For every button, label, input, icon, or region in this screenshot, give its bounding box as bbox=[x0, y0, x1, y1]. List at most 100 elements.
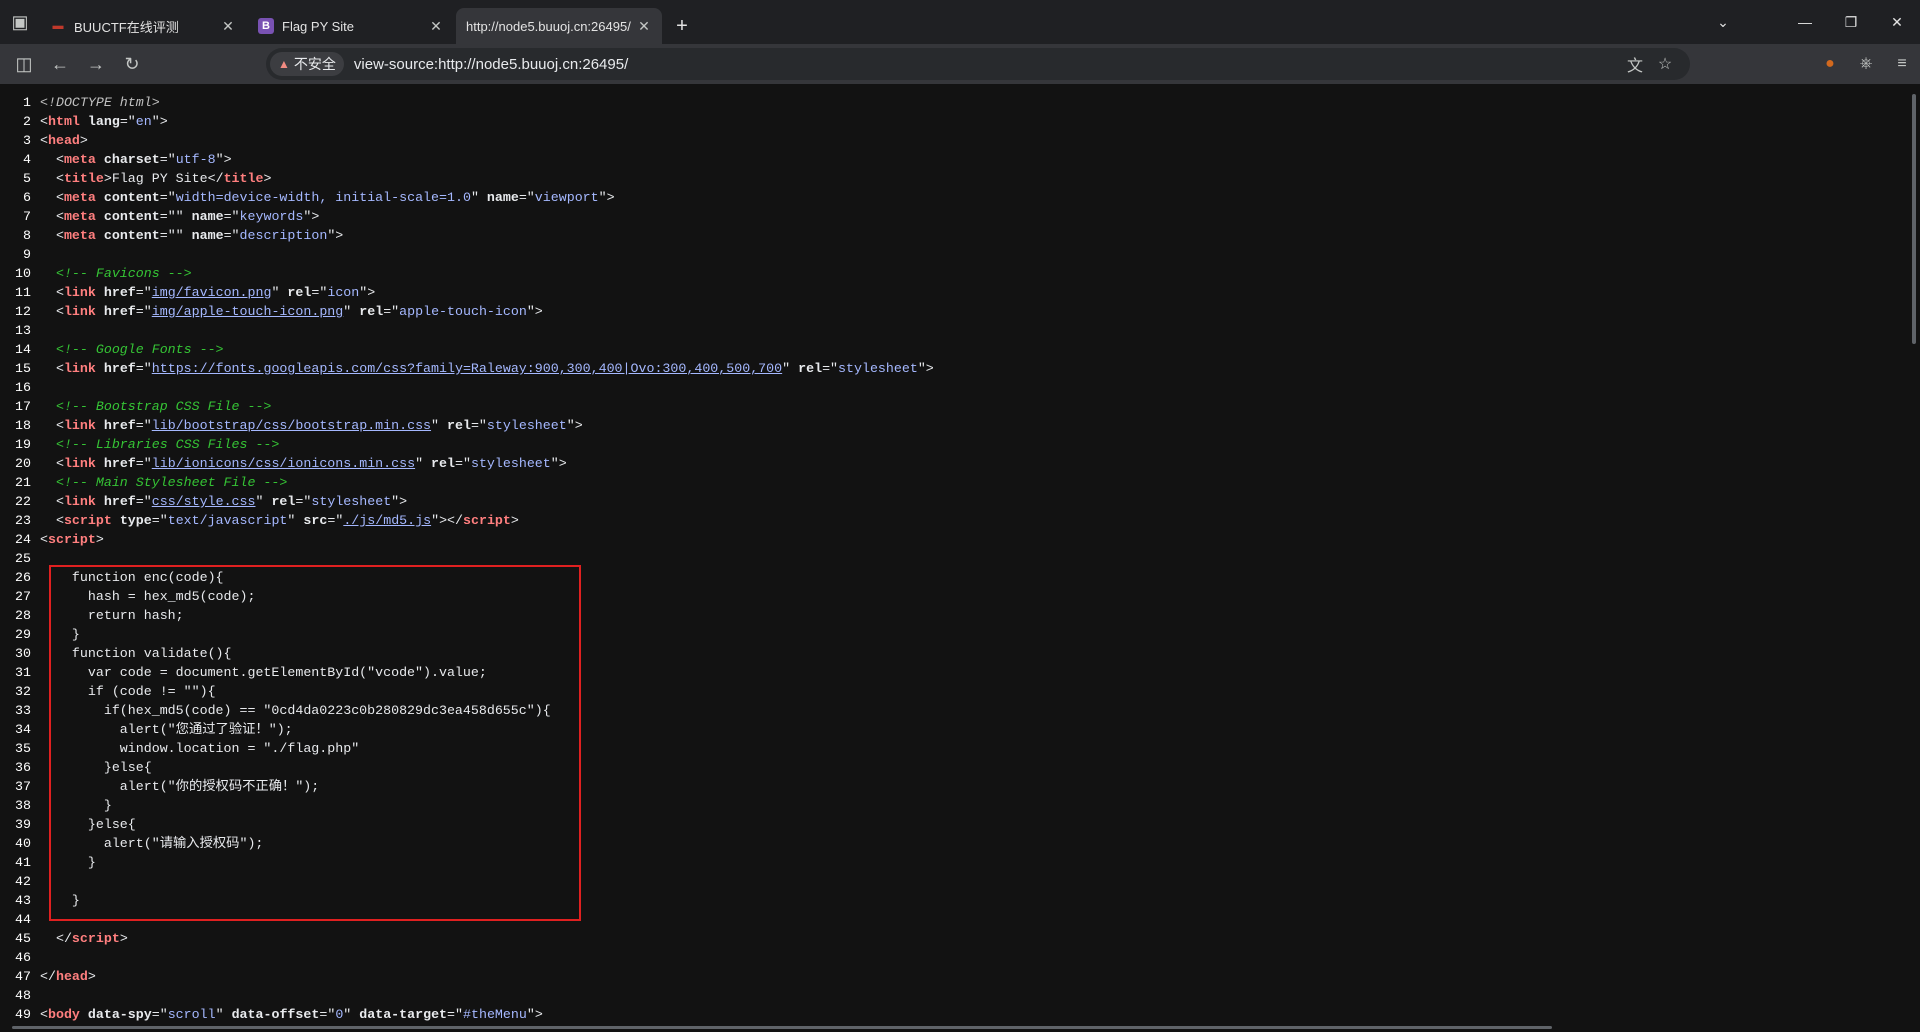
line-code: <link href="lib/ionicons/css/ionicons.mi… bbox=[40, 456, 567, 471]
source-line: 41 } bbox=[0, 853, 934, 872]
line-number: 11 bbox=[15, 285, 31, 300]
line-number: 17 bbox=[15, 399, 31, 414]
tab-view-source[interactable]: http://node5.buuoj.cn:26495/ ✕ bbox=[456, 8, 662, 44]
line-number: 20 bbox=[15, 456, 31, 471]
source-line: 9 bbox=[0, 245, 934, 264]
source-line: 47 </head> bbox=[0, 967, 934, 986]
source-line: 10 <!-- Favicons --> bbox=[0, 264, 934, 283]
forward-icon[interactable]: → bbox=[78, 48, 114, 80]
back-icon[interactable]: ← bbox=[42, 48, 78, 80]
line-number: 4 bbox=[23, 152, 31, 167]
tab-flag-py-site[interactable]: B Flag PY Site ✕ bbox=[248, 8, 454, 44]
line-number: 21 bbox=[15, 475, 31, 490]
line-code: function validate(){ bbox=[40, 646, 232, 661]
line-number: 1 bbox=[23, 95, 31, 110]
line-code: alert("请输入授权码"); bbox=[40, 836, 264, 851]
line-number: 24 bbox=[15, 532, 31, 547]
horizontal-scrollbar[interactable] bbox=[0, 1024, 1908, 1032]
line-code: <head> bbox=[40, 133, 88, 148]
source-line: 48 bbox=[0, 986, 934, 1005]
tab-label: BUUCTF在线评测 bbox=[74, 19, 179, 35]
line-number: 22 bbox=[15, 494, 31, 509]
source-line: 19 <!-- Libraries CSS Files --> bbox=[0, 435, 934, 454]
line-code: <script type="text/javascript" src="./js… bbox=[40, 513, 519, 528]
bookmark-star-icon[interactable]: ☆ bbox=[1650, 54, 1680, 74]
source-line: 38 } bbox=[0, 796, 934, 815]
url-text[interactable]: view-source:http://node5.buuoj.cn:26495/ bbox=[354, 56, 628, 73]
source-line: 17 <!-- Bootstrap CSS File --> bbox=[0, 397, 934, 416]
close-icon[interactable]: ✕ bbox=[220, 18, 236, 35]
line-code: <link href="lib/bootstrap/css/bootstrap.… bbox=[40, 418, 583, 433]
source-line: 21 <!-- Main Stylesheet File --> bbox=[0, 473, 934, 492]
source-line: 39 }else{ bbox=[0, 815, 934, 834]
source-line: 4 <meta charset="utf-8"> bbox=[0, 150, 934, 169]
not-secure-icon: ▲ bbox=[278, 57, 290, 71]
line-number: 27 bbox=[15, 589, 31, 604]
line-code: <!-- Main Stylesheet File --> bbox=[55, 475, 288, 490]
menu-icon[interactable]: ≡ bbox=[1884, 55, 1920, 73]
line-code: <!-- Libraries CSS Files --> bbox=[55, 437, 280, 452]
line-number: 9 bbox=[23, 247, 31, 262]
line-number: 15 bbox=[15, 361, 31, 376]
line-number: 33 bbox=[15, 703, 31, 718]
line-number: 5 bbox=[23, 171, 31, 186]
line-code: <html lang="en"> bbox=[40, 114, 168, 129]
restore-icon[interactable]: ❐ bbox=[1828, 0, 1874, 44]
address-bar[interactable]: ▲ 不安全 view-source:http://node5.buuoj.cn:… bbox=[266, 48, 1690, 80]
line-code: } bbox=[40, 627, 80, 642]
line-number: 42 bbox=[15, 874, 31, 889]
source-line: 15 <link href="https://fonts.googleapis.… bbox=[0, 359, 934, 378]
sidebar-icon[interactable]: ◫ bbox=[6, 48, 42, 80]
source-line: 33 if(hex_md5(code) == "0cd4da0223c0b280… bbox=[0, 701, 934, 720]
line-code: <meta content="" name="description"> bbox=[40, 228, 344, 243]
window-controls: — ❐ ✕ bbox=[1782, 0, 1920, 44]
source-line: 20 <link href="lib/ionicons/css/ionicons… bbox=[0, 454, 934, 473]
tab-buuctf[interactable]: ▬ BUUCTF在线评测 ✕ bbox=[40, 8, 246, 44]
line-number: 2 bbox=[23, 114, 31, 129]
translate-icon[interactable]: 文 bbox=[1620, 52, 1650, 76]
source-line: 3 <head> bbox=[0, 131, 934, 150]
source-line: 29 } bbox=[0, 625, 934, 644]
line-code: <!-- Favicons --> bbox=[55, 266, 192, 281]
line-number: 39 bbox=[15, 817, 31, 832]
line-number: 35 bbox=[15, 741, 31, 756]
source-line: 36 }else{ bbox=[0, 758, 934, 777]
line-number: 10 bbox=[15, 266, 31, 281]
line-number: 3 bbox=[23, 133, 31, 148]
line-code: var code = document.getElementById("vcod… bbox=[40, 665, 487, 680]
line-number: 12 bbox=[15, 304, 31, 319]
source-line: 5 <title>Flag PY Site</title> bbox=[0, 169, 934, 188]
extensions-puzzle-icon[interactable]: ⎈ bbox=[1848, 55, 1884, 73]
source-line: 45 </script> bbox=[0, 929, 934, 948]
source-line: 35 window.location = "./flag.php" bbox=[0, 739, 934, 758]
line-number: 43 bbox=[15, 893, 31, 908]
line-code: hash = hex_md5(code); bbox=[40, 589, 256, 604]
source-line: 42 bbox=[0, 872, 934, 891]
close-icon[interactable]: ✕ bbox=[428, 18, 444, 35]
tab-actions-icon[interactable]: ▣ bbox=[0, 0, 40, 44]
source-line: 14 <!-- Google Fonts --> bbox=[0, 340, 934, 359]
vertical-scrollbar[interactable] bbox=[1908, 84, 1920, 1032]
new-tab-button[interactable]: + bbox=[664, 8, 700, 44]
source-line: 34 alert("您通过了验证！"); bbox=[0, 720, 934, 739]
tab-search-icon[interactable]: ⌄ bbox=[1700, 0, 1746, 44]
tab-label: Flag PY Site bbox=[282, 18, 355, 34]
line-number: 37 bbox=[15, 779, 31, 794]
line-number: 34 bbox=[15, 722, 31, 737]
source-line: 46 bbox=[0, 948, 934, 967]
line-code: }else{ bbox=[40, 760, 152, 775]
line-code: } bbox=[40, 798, 112, 813]
minimize-icon[interactable]: — bbox=[1782, 0, 1828, 44]
reload-icon[interactable]: ↻ bbox=[114, 48, 150, 80]
line-number: 31 bbox=[15, 665, 31, 680]
close-icon[interactable]: ✕ bbox=[636, 18, 652, 35]
source-line: 22 <link href="css/style.css" rel="style… bbox=[0, 492, 934, 511]
window-close-icon[interactable]: ✕ bbox=[1874, 0, 1920, 44]
line-number: 36 bbox=[15, 760, 31, 775]
line-code: <!DOCTYPE html> bbox=[40, 95, 160, 110]
line-code: <script> bbox=[40, 532, 104, 547]
line-number: 32 bbox=[15, 684, 31, 699]
security-indicator[interactable]: ▲ 不安全 bbox=[270, 52, 344, 76]
line-code: } bbox=[40, 893, 80, 908]
extension-icon[interactable]: ● bbox=[1812, 55, 1848, 73]
